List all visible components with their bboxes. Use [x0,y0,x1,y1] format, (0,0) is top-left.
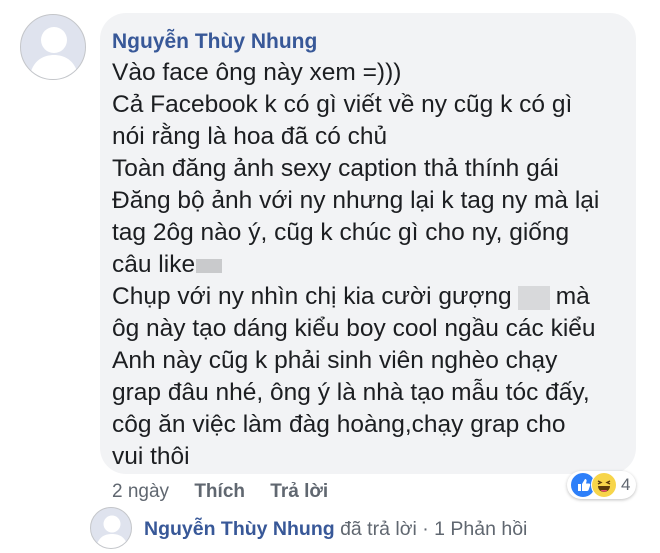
default-user-icon [21,15,85,79]
comment-line: Anh này cũg k phải sinh viên nghèo chạy [112,347,558,374]
reply-button[interactable]: Trả lời [270,481,328,502]
reactions-badge[interactable]: 4 [567,471,637,499]
comment-line-text: mà [555,283,590,310]
comment-line: vui thôi [112,443,190,470]
comment-line: tag 2ôg nào ý, cũg k chúc gì cho ny, giố… [112,219,570,246]
reply-author: Nguyễn Thùy Nhung [144,518,335,540]
comment-line: Chụp với ny nhìn chị kia cười gượng mà [112,281,616,313]
comment-line-text: câu like [112,251,196,278]
haha-icon [591,472,617,498]
redaction-block [196,258,223,273]
comment-line: Vào face ông này xem =))) [112,59,402,86]
comment-line-text: Chụp với ny nhìn chị kia cười gượng [112,283,512,310]
comment-line: Cả Facebook k có gì viết về ny cũg k có … [112,91,573,118]
reply-author-avatar[interactable] [90,507,132,549]
comment-bubble: Nguyễn Thùy Nhung Vào face ông này xem =… [100,13,636,474]
comment-line: côg ăn việc làm đàg hoàng,chạy grap cho [112,411,566,438]
default-user-icon [91,508,131,548]
reply-summary-text: đã trả lời · 1 Phản hồi [340,518,528,540]
comment-line: ôg này tạo dáng kiểu boy cool ngầu các k… [112,315,596,342]
like-button[interactable]: Thích [194,481,245,502]
comment-text: Vào face ông này xem =))) Cả Facebook k … [112,57,616,473]
comment-line: câu like [112,249,616,281]
view-replies-link[interactable]: Nguyễn Thùy Nhung đã trả lời · 1 Phản hồ… [144,514,527,544]
comment-author[interactable]: Nguyễn Thùy Nhung [112,29,616,55]
commenter-avatar[interactable] [20,14,86,80]
comment-timestamp[interactable]: 2 ngày [112,481,169,502]
comment-line: Toàn đăng ảnh sexy caption thả thính gái [112,155,559,182]
comment-line: Đăng bộ ảnh với ny nhưng lại k tag ny mà… [112,187,600,214]
reaction-count: 4 [621,475,631,494]
redaction-block [517,285,550,310]
comment-actions: 2 ngày Thích Trả lời [112,479,348,505]
comment-line: nói rằng là hoa đã có chủ [112,123,388,150]
comment-line: grap đâu nhé, ông ý là nhà tạo mẫu tóc đ… [112,379,590,406]
